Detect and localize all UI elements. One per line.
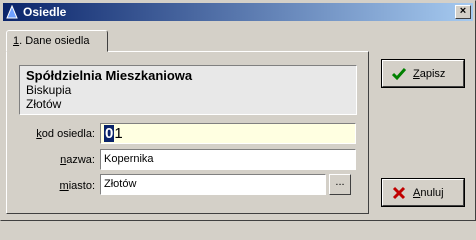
organization-line-3: Złotów bbox=[26, 97, 62, 111]
save-button[interactable]: Zapisz bbox=[381, 59, 465, 88]
cancel-button[interactable]: Anuluj bbox=[381, 178, 465, 207]
app-triangle-icon bbox=[6, 5, 18, 19]
nazwa-label: nazwa: bbox=[60, 154, 95, 166]
kod-osiedla-label: kod osiedla: bbox=[36, 128, 95, 140]
kod-osiedla-input[interactable]: 01 bbox=[100, 123, 356, 144]
nazwa-input[interactable]: Kopernika bbox=[100, 149, 356, 170]
tab-label: 1. Dane osiedla bbox=[13, 35, 90, 47]
checkmark-icon bbox=[392, 68, 406, 81]
miasto-input[interactable]: Złotów bbox=[100, 174, 326, 195]
tab-panel: Spółdzielnia Mieszkaniowa Biskupia Złotó… bbox=[6, 51, 369, 214]
tab-dane-osiedla[interactable]: 1. Dane osiedla bbox=[6, 30, 108, 52]
cancel-button-label: Anuluj bbox=[413, 187, 444, 199]
close-button[interactable]: × bbox=[455, 5, 471, 19]
save-button-label: Zapisz bbox=[413, 68, 446, 80]
dialog-window: Osiedle × 1. Dane osiedla Spółdzielnia M… bbox=[0, 0, 476, 221]
window-title: Osiedle bbox=[23, 5, 67, 19]
organization-info-box: Spółdzielnia Mieszkaniowa Biskupia Złotó… bbox=[19, 65, 357, 115]
miasto-label: miasto: bbox=[59, 180, 95, 192]
x-icon bbox=[392, 186, 406, 200]
organization-line-2: Biskupia bbox=[26, 83, 72, 97]
browse-city-button[interactable]: ... bbox=[329, 174, 351, 195]
organization-name: Spółdzielnia Mieszkaniowa bbox=[26, 68, 193, 83]
close-icon: × bbox=[459, 5, 467, 17]
title-bar[interactable]: Osiedle × bbox=[3, 3, 473, 21]
